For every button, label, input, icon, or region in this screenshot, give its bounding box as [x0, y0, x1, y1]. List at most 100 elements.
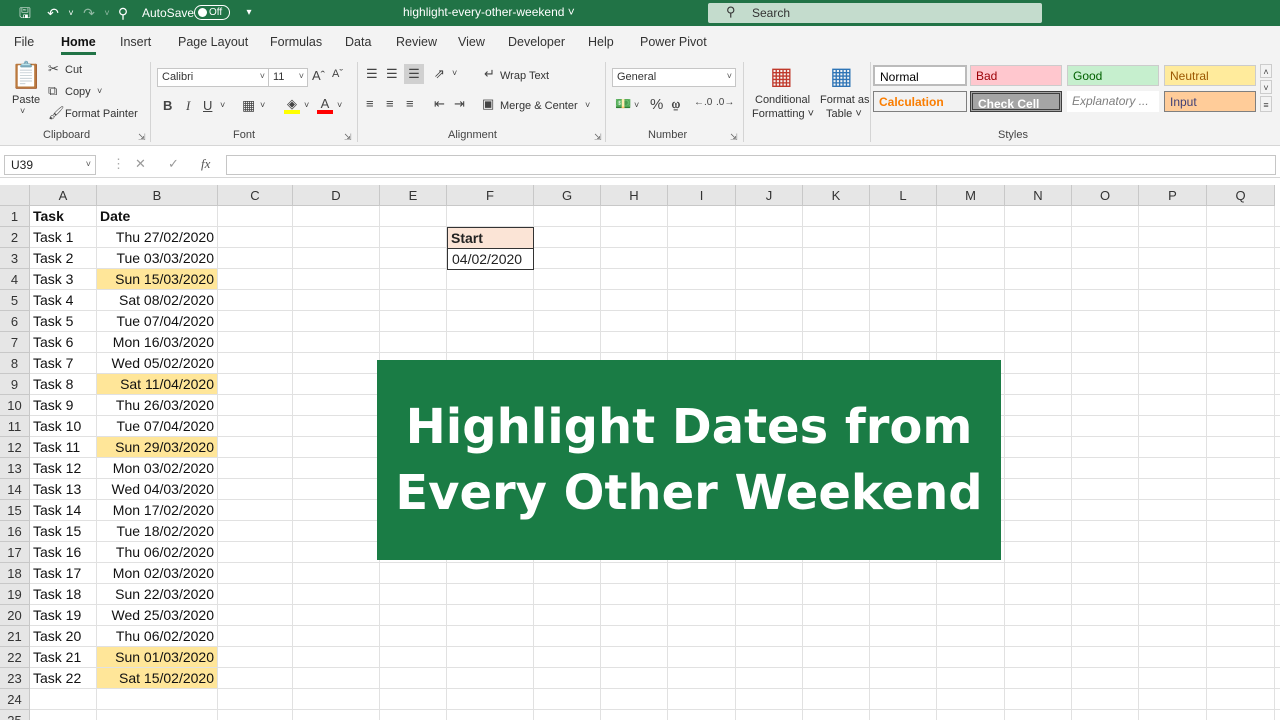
- align-bottom-icon[interactable]: ☰: [404, 64, 424, 84]
- row-header-24[interactable]: 24: [0, 689, 30, 710]
- date-cell[interactable]: Sat 15/02/2020: [97, 668, 217, 688]
- number-launcher-icon[interactable]: ⇲: [730, 132, 738, 143]
- date-cell[interactable]: Mon 02/03/2020: [97, 563, 217, 583]
- document-title[interactable]: highlight-every-other-weekend ˅: [403, 5, 575, 19]
- fill-color-dropdown-icon[interactable]: ˅: [304, 100, 309, 110]
- format-as-table-icon[interactable]: ▦: [830, 62, 853, 91]
- column-header-a[interactable]: A: [30, 185, 97, 206]
- paste-icon[interactable]: 📋: [10, 60, 42, 91]
- row-header-16[interactable]: 16: [0, 521, 30, 542]
- copy-button[interactable]: Copy: [65, 86, 91, 98]
- underline-button[interactable]: U: [203, 98, 212, 113]
- column-header-k[interactable]: K: [803, 185, 870, 206]
- borders-dropdown-icon[interactable]: ˅: [260, 100, 265, 110]
- date-cell[interactable]: Sat 11/04/2020: [97, 374, 217, 394]
- task-cell[interactable]: Task 9: [30, 395, 97, 416]
- row-header-3[interactable]: 3: [0, 248, 30, 269]
- date-cell[interactable]: Wed 04/03/2020: [97, 479, 217, 499]
- increase-indent-icon[interactable]: ⇥: [454, 96, 465, 112]
- decrease-decimal-icon[interactable]: .0→: [716, 97, 734, 108]
- task-cell[interactable]: Task 22: [30, 668, 97, 689]
- column-header-c[interactable]: C: [218, 185, 293, 206]
- task-cell[interactable]: Task 14: [30, 500, 97, 521]
- undo-dropdown-icon[interactable]: ˅: [62, 4, 80, 22]
- date-cell[interactable]: Tue 03/03/2020: [97, 248, 217, 268]
- style-bad[interactable]: Bad: [970, 65, 1062, 86]
- task-cell[interactable]: Task 20: [30, 626, 97, 647]
- search-box[interactable]: ⚲ Search: [708, 3, 1042, 23]
- row-header-11[interactable]: 11: [0, 416, 30, 437]
- copy-icon[interactable]: ⧉: [48, 83, 57, 99]
- format-painter-button[interactable]: Format Painter: [65, 108, 138, 120]
- tab-help[interactable]: Help: [588, 35, 614, 49]
- row-header-23[interactable]: 23: [0, 668, 30, 689]
- font-size-dropdown[interactable]: 11 ˅: [268, 68, 308, 87]
- cancel-icon[interactable]: ✕: [135, 156, 146, 172]
- column-header-j[interactable]: J: [736, 185, 803, 206]
- formula-input[interactable]: [226, 155, 1276, 175]
- task-cell[interactable]: Task 6: [30, 332, 97, 353]
- style-good[interactable]: Good: [1067, 65, 1159, 86]
- row-header-12[interactable]: 12: [0, 437, 30, 458]
- cut-icon[interactable]: ✂: [48, 61, 59, 77]
- copy-dropdown-icon[interactable]: ˅: [97, 86, 102, 96]
- style-normal[interactable]: Normal: [873, 65, 967, 86]
- fill-color-icon[interactable]: ◈: [284, 96, 300, 114]
- decrease-font-icon[interactable]: Aˇ: [332, 68, 343, 80]
- column-header-n[interactable]: N: [1005, 185, 1072, 206]
- row-header-6[interactable]: 6: [0, 311, 30, 332]
- select-all-corner[interactable]: [0, 185, 30, 206]
- merge-dropdown-icon[interactable]: ˅: [585, 100, 590, 110]
- column-header-o[interactable]: O: [1072, 185, 1139, 206]
- autosave-toggle[interactable]: Off: [194, 5, 230, 20]
- column-header-q[interactable]: Q: [1207, 185, 1275, 206]
- tab-view[interactable]: View: [458, 35, 485, 49]
- date-cell[interactable]: Wed 25/03/2020: [97, 605, 217, 625]
- date-cell[interactable]: Mon 17/02/2020: [97, 500, 217, 520]
- style-explanatory[interactable]: Explanatory ...: [1067, 91, 1159, 112]
- row-header-13[interactable]: 13: [0, 458, 30, 479]
- column-header-m[interactable]: M: [937, 185, 1005, 206]
- styles-scroll-up-icon[interactable]: ˄: [1260, 64, 1272, 78]
- column-header-l[interactable]: L: [870, 185, 937, 206]
- column-header-f[interactable]: F: [447, 185, 534, 206]
- task-cell[interactable]: Task 21: [30, 647, 97, 668]
- date-cell[interactable]: Sun 15/03/2020: [97, 269, 217, 289]
- date-cell[interactable]: Tue 18/02/2020: [97, 521, 217, 541]
- currency-dropdown-icon[interactable]: ˅: [634, 100, 639, 110]
- task-cell[interactable]: Task 5: [30, 311, 97, 332]
- wrap-text-icon[interactable]: ↵: [484, 66, 495, 82]
- style-neutral[interactable]: Neutral: [1164, 65, 1256, 86]
- task-cell[interactable]: Task 19: [30, 605, 97, 626]
- date-cell[interactable]: Thu 06/02/2020: [97, 626, 217, 646]
- row-header-22[interactable]: 22: [0, 647, 30, 668]
- font-launcher-icon[interactable]: ⇲: [344, 132, 352, 143]
- task-cell[interactable]: Task 12: [30, 458, 97, 479]
- column-header-i[interactable]: I: [668, 185, 736, 206]
- tab-formulas[interactable]: Formulas: [270, 35, 322, 49]
- date-cell[interactable]: Sun 29/03/2020: [97, 437, 217, 457]
- name-box[interactable]: U39 ˅: [4, 155, 96, 175]
- date-cell[interactable]: Wed 05/02/2020: [97, 353, 217, 373]
- row-header-25[interactable]: 25: [0, 710, 30, 720]
- align-top-icon[interactable]: ☰: [366, 66, 378, 82]
- row-header-4[interactable]: 4: [0, 269, 30, 290]
- format-as-table-label-2[interactable]: Table ˅: [826, 108, 862, 120]
- start-date-cell[interactable]: 04/02/2020: [447, 249, 534, 270]
- column-header-b[interactable]: B: [97, 185, 218, 206]
- align-center-icon[interactable]: ≡: [386, 96, 394, 111]
- align-middle-icon[interactable]: ☰: [386, 66, 398, 82]
- merge-center-button[interactable]: Merge & Center: [500, 100, 578, 112]
- enter-icon[interactable]: ✓: [168, 156, 179, 172]
- row-header-17[interactable]: 17: [0, 542, 30, 563]
- header-task[interactable]: Task: [30, 206, 67, 227]
- row-header-20[interactable]: 20: [0, 605, 30, 626]
- column-header-e[interactable]: E: [380, 185, 447, 206]
- row-header-8[interactable]: 8: [0, 353, 30, 374]
- date-cell[interactable]: Mon 16/03/2020: [97, 332, 217, 352]
- tab-file[interactable]: File: [14, 35, 34, 49]
- task-cell[interactable]: Task 2: [30, 248, 97, 269]
- date-cell[interactable]: Sat 08/02/2020: [97, 290, 217, 310]
- row-header-10[interactable]: 10: [0, 395, 30, 416]
- styles-scroll-down-icon[interactable]: ˅: [1260, 80, 1272, 94]
